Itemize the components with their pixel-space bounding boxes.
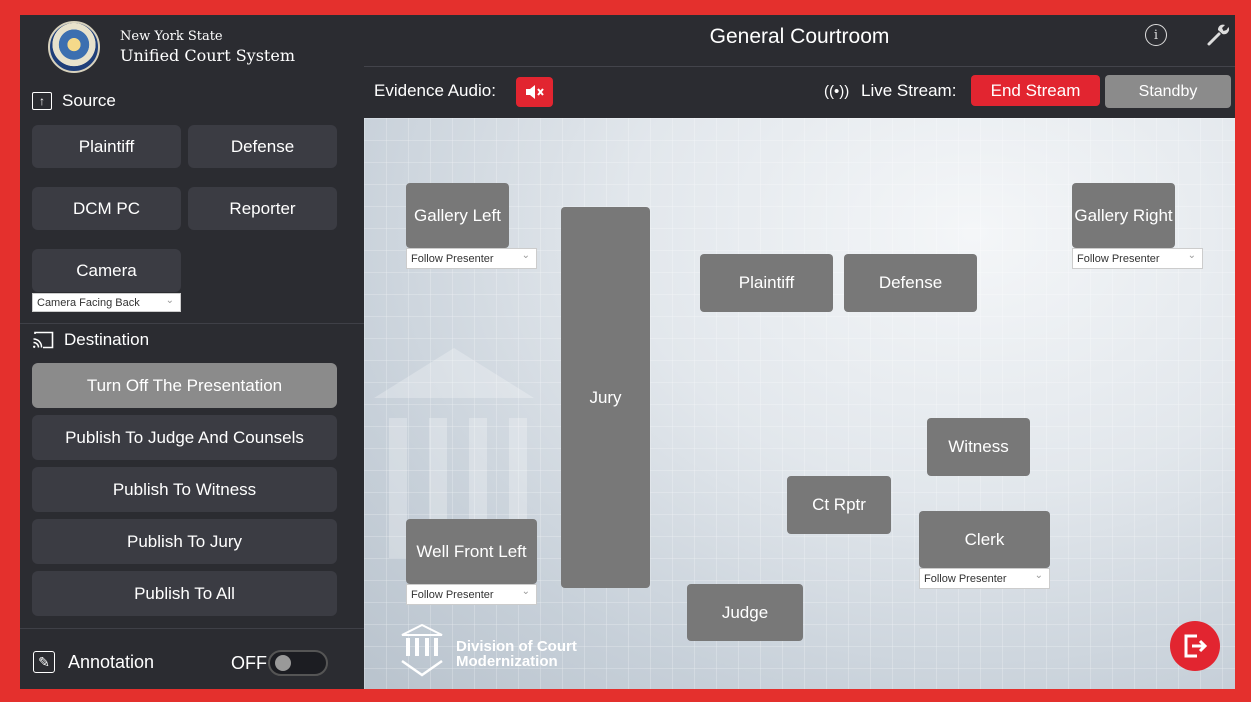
dcm-logo — [401, 623, 443, 677]
source-dcm-pc-button[interactable]: DCM PC — [32, 187, 181, 230]
camera-facing-value: Camera Facing Back — [37, 296, 140, 309]
seat-gallery-left[interactable]: Gallery Left — [406, 183, 509, 248]
info-icon[interactable]: i — [1145, 24, 1167, 46]
publish-all-button[interactable]: Publish To All — [32, 571, 337, 616]
source-plaintiff-button[interactable]: Plaintiff — [32, 125, 181, 168]
evidence-audio-mute-button[interactable] — [516, 77, 553, 107]
chevron-down-icon: ⌄ — [1187, 250, 1196, 261]
upload-icon: ↑ — [32, 92, 52, 110]
wrench-icon[interactable] — [1205, 22, 1231, 48]
gallery-right-follow-dropdown[interactable]: Follow Presenter ⌄ — [1072, 248, 1203, 269]
seat-judge[interactable]: Judge — [687, 584, 803, 641]
edit-icon: ✎ — [33, 651, 55, 673]
seat-witness[interactable]: Witness — [927, 418, 1030, 476]
dcm-text-line1: Division of Court — [456, 638, 577, 655]
gallery-left-follow-dropdown[interactable]: Follow Presenter ⌄ — [406, 248, 537, 269]
follow-presenter-value: Follow Presenter — [411, 588, 494, 601]
chevron-down-icon: ⌄ — [165, 295, 174, 306]
seat-plaintiff[interactable]: Plaintiff — [700, 254, 833, 312]
section-divider — [20, 628, 364, 629]
source-camera-button[interactable]: Camera — [32, 249, 181, 292]
seat-jury[interactable]: Jury — [561, 207, 650, 588]
seat-ct-rptr[interactable]: Ct Rptr — [787, 476, 891, 534]
cast-icon — [33, 331, 54, 349]
sidebar: New York State Unified Court System ↑ So… — [20, 15, 364, 689]
source-defense-button[interactable]: Defense — [188, 125, 337, 168]
evidence-audio-label: Evidence Audio: — [374, 81, 496, 100]
well-front-left-follow-dropdown[interactable]: Follow Presenter ⌄ — [406, 584, 537, 605]
source-label: Source — [62, 91, 116, 110]
chevron-down-icon: ⌄ — [1034, 570, 1043, 581]
annotation-label: Annotation — [68, 652, 155, 672]
seat-defense[interactable]: Defense — [844, 254, 977, 312]
annotation-toggle[interactable] — [268, 650, 328, 676]
follow-presenter-value: Follow Presenter — [924, 572, 1007, 585]
toolbar: Evidence Audio: ((•)) Live Stream: End S… — [364, 67, 1235, 118]
annotation-state: OFF — [231, 653, 267, 673]
seat-gallery-right[interactable]: Gallery Right — [1072, 183, 1175, 248]
org-name-line1: New York State — [120, 29, 223, 44]
page-title: General Courtroom — [709, 25, 890, 48]
exit-icon — [1184, 634, 1208, 658]
clerk-follow-dropdown[interactable]: Follow Presenter ⌄ — [919, 568, 1050, 589]
publish-judge-counsels-button[interactable]: Publish To Judge And Counsels — [32, 415, 337, 460]
follow-presenter-value: Follow Presenter — [411, 252, 494, 265]
app-window: New York State Unified Court System ↑ So… — [20, 15, 1235, 689]
exit-button[interactable] — [1170, 621, 1220, 671]
publish-jury-button[interactable]: Publish To Jury — [32, 519, 337, 564]
dcm-text-line2: Modernization — [456, 653, 558, 670]
seat-well-front-left[interactable]: Well Front Left — [406, 519, 537, 584]
turn-off-presentation-button[interactable]: Turn Off The Presentation — [32, 363, 337, 408]
camera-facing-dropdown[interactable]: Camera Facing Back ⌄ — [32, 293, 181, 312]
live-stream-label: Live Stream: — [861, 81, 957, 100]
court-seal-logo — [48, 21, 100, 73]
broadcast-icon: ((•)) — [824, 83, 850, 100]
seat-clerk[interactable]: Clerk — [919, 511, 1050, 568]
chevron-down-icon: ⌄ — [521, 586, 530, 597]
standby-button[interactable]: Standby — [1105, 75, 1231, 108]
section-divider — [20, 323, 364, 324]
publish-witness-button[interactable]: Publish To Witness — [32, 467, 337, 512]
destination-label: Destination — [64, 330, 150, 349]
mute-icon — [525, 85, 544, 99]
destination-heading: Destination — [32, 330, 149, 350]
org-name-line2: Unified Court System — [120, 46, 295, 65]
follow-presenter-value: Follow Presenter — [1077, 252, 1160, 265]
end-stream-button[interactable]: End Stream — [971, 75, 1100, 106]
source-heading: ↑ Source — [32, 91, 116, 111]
chevron-down-icon: ⌄ — [521, 250, 530, 261]
courtroom-layout: Gallery Left Follow Presenter ⌄ Gallery … — [364, 118, 1235, 689]
header-bar: General Courtroom — [364, 15, 1235, 67]
toggle-knob — [275, 655, 291, 671]
source-reporter-button[interactable]: Reporter — [188, 187, 337, 230]
